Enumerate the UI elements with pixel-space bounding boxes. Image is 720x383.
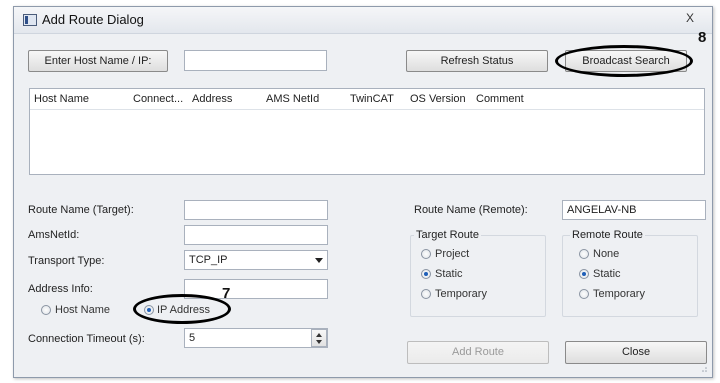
- remote-none-label: None: [593, 248, 620, 260]
- host-name-radio-label: Host Name: [55, 304, 111, 316]
- route-name-remote-label: Route Name (Remote):: [414, 204, 528, 216]
- broadcast-search-highlight: [555, 45, 693, 77]
- amsnetid-input[interactable]: [184, 225, 328, 245]
- resize-grip-icon[interactable]: [700, 365, 708, 373]
- target-temporary-radio[interactable]: [421, 289, 431, 299]
- connection-timeout-label: Connection Timeout (s):: [28, 333, 145, 345]
- list-header: Host Name Connect... Address AMS NetId T…: [30, 89, 704, 110]
- col-address[interactable]: Address: [192, 93, 232, 105]
- col-comment[interactable]: Comment: [476, 93, 524, 105]
- window-title: Add Route Dialog: [42, 12, 144, 27]
- close-window-button[interactable]: X: [678, 9, 702, 27]
- target-project-radio[interactable]: [421, 249, 431, 259]
- title-bar: Add Route Dialog X: [14, 7, 712, 34]
- remote-none-radio[interactable]: [579, 249, 589, 259]
- add-route-dialog: Add Route Dialog X Enter Host Name / IP:…: [13, 6, 713, 378]
- connection-timeout-value: 5: [189, 332, 196, 344]
- close-button[interactable]: Close: [565, 341, 707, 364]
- target-route-title: Target Route: [414, 229, 481, 241]
- host-input[interactable]: [184, 50, 327, 71]
- target-static-radio[interactable]: [421, 269, 431, 279]
- col-connected[interactable]: Connect...: [133, 93, 183, 105]
- amsnetid-label: AmsNetId:: [28, 229, 80, 241]
- enter-host-button[interactable]: Enter Host Name / IP:: [28, 50, 168, 72]
- col-twincat[interactable]: TwinCAT: [350, 93, 394, 105]
- remote-temporary-label: Temporary: [593, 288, 645, 300]
- connection-timeout-input[interactable]: 5: [184, 328, 328, 348]
- route-name-remote-input[interactable]: ANGELAV-NB: [562, 200, 706, 220]
- remote-route-title: Remote Route: [570, 229, 645, 241]
- target-static-label: Static: [435, 268, 463, 280]
- callout-7: 7: [222, 285, 231, 302]
- refresh-status-button[interactable]: Refresh Status: [406, 50, 548, 72]
- spin-down-icon[interactable]: [316, 340, 322, 344]
- app-icon: [23, 14, 37, 26]
- remote-static-label: Static: [593, 268, 621, 280]
- callout-8: 8: [698, 29, 707, 46]
- remote-static-radio[interactable]: [579, 269, 589, 279]
- add-route-button[interactable]: Add Route: [407, 341, 549, 364]
- route-name-target-label: Route Name (Target):: [28, 204, 134, 216]
- target-project-label: Project: [435, 248, 470, 260]
- col-os-version[interactable]: OS Version: [410, 93, 466, 105]
- ip-address-highlight: [133, 294, 231, 324]
- remote-temporary-radio[interactable]: [579, 289, 589, 299]
- route-name-target-input[interactable]: [184, 200, 328, 220]
- host-name-radio[interactable]: [41, 305, 51, 315]
- transport-type-label: Transport Type:: [28, 255, 105, 267]
- address-info-label: Address Info:: [28, 283, 93, 295]
- target-temporary-label: Temporary: [435, 288, 487, 300]
- timeout-spinner[interactable]: [311, 329, 327, 347]
- spin-up-icon[interactable]: [316, 333, 322, 337]
- host-list[interactable]: Host Name Connect... Address AMS NetId T…: [29, 88, 705, 175]
- close-icon: X: [685, 11, 694, 25]
- col-host-name[interactable]: Host Name: [34, 93, 89, 105]
- transport-type-value: TCP_IP: [189, 254, 228, 266]
- chevron-down-icon: [315, 258, 323, 263]
- transport-type-select[interactable]: TCP_IP: [184, 250, 328, 270]
- col-ams-netid[interactable]: AMS NetId: [266, 93, 319, 105]
